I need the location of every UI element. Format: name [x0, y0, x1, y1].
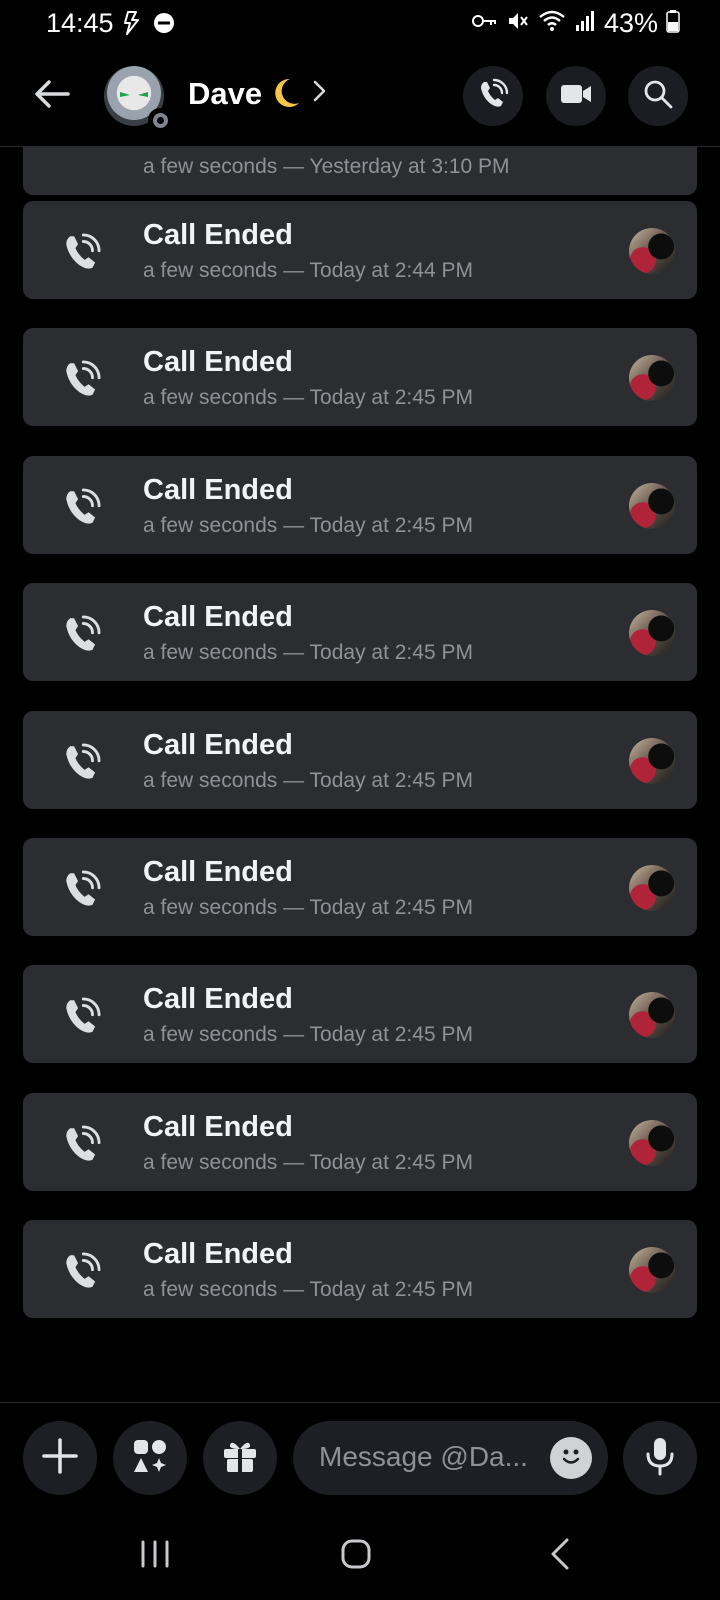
- call-title: Call Ended: [143, 474, 293, 506]
- microphone-icon: [643, 1436, 677, 1481]
- call-subtitle: a few seconds — Today at 2:45 PM: [143, 1278, 473, 1301]
- voice-call-button[interactable]: [463, 66, 523, 126]
- call-title: Call Ended: [143, 346, 293, 378]
- signal-icon: [574, 10, 596, 37]
- apps-button[interactable]: [113, 1421, 187, 1495]
- participant-avatar[interactable]: [629, 1120, 675, 1166]
- phone-call-icon: [61, 995, 103, 1037]
- nav-back-icon: [549, 1537, 571, 1576]
- call-ended-card: Call Ended a few seconds — Today at 2:45…: [23, 1220, 697, 1318]
- participant-avatar[interactable]: [629, 228, 675, 274]
- status-time: 14:45: [46, 8, 114, 38]
- phone-call-icon: [61, 231, 103, 273]
- participant-avatar[interactable]: [629, 355, 675, 401]
- chevron-right-icon[interactable]: [312, 78, 328, 109]
- message-placeholder: Message @Da...: [319, 1441, 528, 1472]
- apps-icon: [130, 1436, 170, 1481]
- status-left-icons: [120, 10, 176, 41]
- participant-avatar[interactable]: [629, 738, 675, 784]
- call-ended-card-partial: a few seconds — Yesterday at 3:10 PM: [23, 147, 697, 195]
- call-ended-card: Call Ended a few seconds — Today at 2:45…: [23, 965, 697, 1063]
- participant-avatar[interactable]: [629, 992, 675, 1038]
- vpn-key-icon: [471, 13, 498, 34]
- call-subtitle: a few seconds — Today at 2:45 PM: [143, 641, 473, 664]
- phone-call-icon: [61, 613, 103, 655]
- phone-call-icon: [61, 486, 103, 528]
- chat-header: Dave: [0, 48, 720, 147]
- participant-avatar[interactable]: [629, 1247, 675, 1293]
- participant-avatar[interactable]: [629, 483, 675, 529]
- voice-call-icon: [477, 78, 509, 115]
- call-title: Call Ended: [143, 1111, 293, 1143]
- call-subtitle: a few seconds — Yesterday at 3:10 PM: [143, 155, 510, 178]
- back-button[interactable]: [30, 74, 74, 118]
- home-button[interactable]: [326, 1534, 386, 1578]
- call-title: Call Ended: [143, 1238, 293, 1270]
- search-button[interactable]: [628, 66, 688, 126]
- call-ended-card: Call Ended a few seconds — Today at 2:45…: [23, 838, 697, 936]
- participant-avatar[interactable]: [629, 610, 675, 656]
- nav-back-button[interactable]: [530, 1534, 590, 1578]
- participant-avatar[interactable]: [629, 865, 675, 911]
- call-ended-card: Call Ended a few seconds — Today at 2:45…: [23, 1093, 697, 1191]
- call-subtitle: a few seconds — Today at 2:45 PM: [143, 769, 473, 792]
- gift-icon: [221, 1437, 259, 1480]
- call-title: Call Ended: [143, 983, 293, 1015]
- recent-apps-icon: [138, 1539, 172, 1574]
- wifi-icon: [538, 9, 566, 38]
- message-input[interactable]: Message @Da...: [293, 1421, 608, 1495]
- message-composer: Message @Da...: [0, 1402, 720, 1512]
- phone-call-icon: [61, 1250, 103, 1292]
- call-ended-card: Call Ended a few seconds — Today at 2:45…: [23, 711, 697, 809]
- phone-call-icon: [61, 1123, 103, 1165]
- search-icon: [643, 79, 673, 114]
- call-ended-card: Call Ended a few seconds — Today at 2:45…: [23, 456, 697, 554]
- chat-user-name[interactable]: Dave: [188, 76, 262, 112]
- call-title: Call Ended: [143, 856, 293, 888]
- plus-icon: [41, 1437, 79, 1480]
- moon-emoji-icon: [268, 76, 302, 110]
- phone-call-icon: [61, 868, 103, 910]
- attach-button[interactable]: [23, 1421, 97, 1495]
- call-title: Call Ended: [143, 729, 293, 761]
- call-ended-card: Call Ended a few seconds — Today at 2:44…: [23, 201, 697, 299]
- call-ended-card: Call Ended a few seconds — Today at 2:45…: [23, 328, 697, 426]
- recent-apps-button[interactable]: [125, 1534, 185, 1578]
- system-nav-bar: [0, 1512, 720, 1600]
- status-bar: 14:45 43%: [0, 0, 720, 48]
- call-subtitle: a few seconds — Today at 2:45 PM: [143, 1023, 473, 1046]
- emoji-icon: [556, 1441, 586, 1476]
- call-ended-card: Call Ended a few seconds — Today at 2:45…: [23, 583, 697, 681]
- call-subtitle: a few seconds — Today at 2:45 PM: [143, 386, 473, 409]
- battery-percent: 43%: [603, 8, 658, 38]
- call-subtitle: a few seconds — Today at 2:45 PM: [143, 896, 473, 919]
- call-subtitle: a few seconds — Today at 2:45 PM: [143, 514, 473, 537]
- gift-button[interactable]: [203, 1421, 277, 1495]
- video-call-button[interactable]: [546, 66, 606, 126]
- call-title: Call Ended: [143, 601, 293, 633]
- flash-icon: [120, 10, 144, 41]
- phone-call-icon: [61, 741, 103, 783]
- video-call-icon: [560, 82, 592, 111]
- voice-message-button[interactable]: [623, 1421, 697, 1495]
- battery-icon: [666, 9, 680, 38]
- mute-icon: [506, 9, 530, 38]
- home-icon: [340, 1538, 372, 1575]
- message-list[interactable]: a few seconds — Yesterday at 3:10 PM Cal…: [0, 147, 720, 1402]
- back-arrow-icon: [34, 79, 70, 114]
- status-right-icons: 43%: [471, 8, 680, 39]
- presence-indicator: [148, 108, 172, 132]
- do-not-disturb-icon: [152, 11, 176, 40]
- call-subtitle: a few seconds — Today at 2:45 PM: [143, 1151, 473, 1174]
- call-title: Call Ended: [143, 219, 293, 251]
- emoji-button[interactable]: [550, 1437, 592, 1479]
- user-avatar[interactable]: [104, 66, 172, 132]
- phone-call-icon: [61, 358, 103, 400]
- call-subtitle: a few seconds — Today at 2:44 PM: [143, 259, 473, 282]
